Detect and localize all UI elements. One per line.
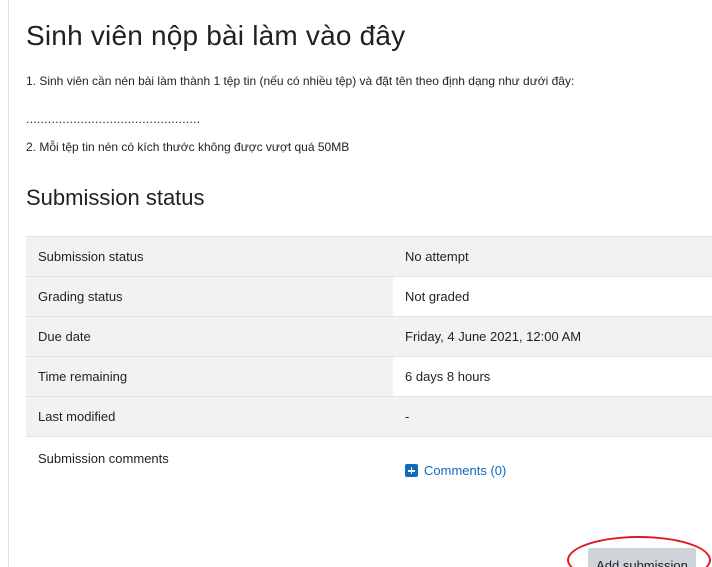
submission-status-heading: Submission status [26, 185, 205, 210]
row-value: No attempt [393, 236, 712, 277]
page-title: Sinh viên nộp bài làm vào đây [26, 20, 406, 51]
content-left-border [8, 0, 9, 567]
submission-status-table: Submission status No attempt Grading sta… [26, 236, 712, 503]
row-label: Last modified [26, 396, 393, 437]
table-row: Due date Friday, 4 June 2021, 12:00 AM [26, 316, 712, 357]
comments-link-label: Comments (0) [424, 463, 507, 478]
instruction-line-2: 2. Mỗi tệp tin nén có kích thước không đ… [26, 140, 350, 154]
row-value: Friday, 4 June 2021, 12:00 AM [393, 316, 712, 357]
row-label: Time remaining [26, 356, 393, 397]
row-value: - [393, 396, 712, 437]
instruction-placeholder-dots: ........................................… [26, 112, 201, 126]
comments-link[interactable]: Comments (0) [405, 463, 506, 478]
row-value-comments: Comments (0) [393, 436, 712, 503]
row-value: 6 days 8 hours [393, 356, 712, 397]
row-value: Not graded [393, 276, 712, 317]
row-label: Submission status [26, 236, 393, 277]
table-row: Last modified - [26, 396, 712, 437]
table-row: Grading status Not graded [26, 276, 712, 317]
table-row: Submission comments Comments (0) [26, 436, 712, 503]
table-row: Time remaining 6 days 8 hours [26, 356, 712, 397]
instruction-line-1: 1. Sinh viên cần nén bài làm thành 1 tệp… [26, 74, 575, 88]
row-label: Due date [26, 316, 393, 357]
row-label: Grading status [26, 276, 393, 317]
row-label: Submission comments [26, 436, 393, 503]
table-row: Submission status No attempt [26, 236, 712, 277]
add-submission-button[interactable]: Add submission [588, 548, 696, 567]
plus-square-icon [405, 464, 418, 477]
